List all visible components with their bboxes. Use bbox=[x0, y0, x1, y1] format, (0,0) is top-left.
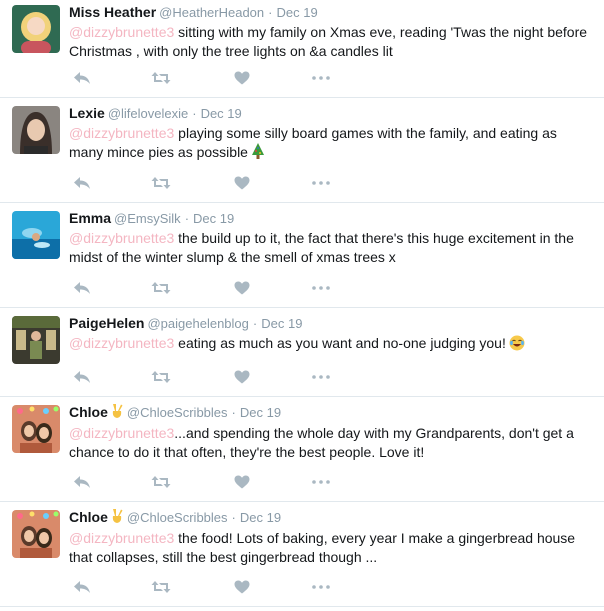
tweet-date[interactable]: Dec 19 bbox=[193, 211, 234, 226]
tweet-actions bbox=[69, 69, 349, 87]
avatar[interactable] bbox=[12, 316, 60, 364]
tweet-date[interactable]: Dec 19 bbox=[276, 5, 317, 20]
mention-link[interactable]: @dizzybrunette3 bbox=[69, 24, 174, 40]
tweet-actions bbox=[69, 174, 349, 192]
victory-hand-icon bbox=[110, 403, 124, 423]
avatar[interactable] bbox=[12, 106, 60, 154]
tweet-text: @dizzybrunette3 playing some silly board… bbox=[69, 124, 594, 165]
tweet[interactable]: Emma @EmsySilk · Dec 19 @dizzybrunette3 the… bbox=[0, 203, 604, 308]
avatar-image bbox=[12, 5, 60, 53]
retweet-icon[interactable] bbox=[151, 473, 171, 491]
avatar-image bbox=[12, 106, 60, 154]
like-icon[interactable] bbox=[234, 174, 250, 192]
avatar-image bbox=[12, 510, 60, 558]
tweet-text: @dizzybrunette3 the build up to it, the … bbox=[69, 229, 594, 267]
tweet-text: @dizzybrunette3...and spending the whole… bbox=[69, 424, 594, 462]
retweet-icon[interactable] bbox=[151, 578, 171, 596]
tweet-date[interactable]: Dec 19 bbox=[240, 405, 281, 420]
separator-dot: · bbox=[192, 106, 197, 121]
retweet-icon[interactable] bbox=[151, 69, 171, 87]
avatar[interactable] bbox=[12, 405, 60, 453]
avatar-image bbox=[12, 405, 60, 453]
tweet[interactable]: Miss Heather @HeatherHeadon · Dec 19 @dizzy… bbox=[0, 0, 604, 98]
like-icon[interactable] bbox=[234, 69, 250, 87]
retweet-icon[interactable] bbox=[151, 368, 171, 386]
avatar-image bbox=[12, 211, 60, 259]
tweet-text: @dizzybrunette3 eating as much as you wa… bbox=[69, 334, 594, 356]
avatar[interactable] bbox=[12, 211, 60, 259]
user-handle[interactable]: @paigehelenblog bbox=[147, 316, 248, 331]
separator-dot: · bbox=[184, 211, 190, 226]
tweet-actions bbox=[69, 368, 349, 386]
tweet-date[interactable]: Dec 19 bbox=[240, 510, 281, 525]
display-name[interactable]: PaigeHelen bbox=[69, 315, 144, 331]
avatar[interactable] bbox=[12, 5, 60, 53]
more-icon[interactable] bbox=[312, 368, 330, 386]
display-name[interactable]: Miss Heather bbox=[69, 4, 156, 20]
tweet-date[interactable]: Dec 19 bbox=[201, 106, 242, 121]
tweet-actions bbox=[69, 279, 349, 297]
reply-icon[interactable] bbox=[73, 69, 91, 87]
tweet[interactable]: Chloe @ChloeScribbles · Dec 19 @dizzybrunet… bbox=[0, 397, 604, 502]
reply-icon[interactable] bbox=[73, 174, 91, 192]
display-name[interactable]: Chloe bbox=[69, 509, 108, 525]
tweet-actions bbox=[69, 578, 349, 596]
like-icon[interactable] bbox=[234, 578, 250, 596]
mention-link[interactable]: @dizzybrunette3 bbox=[69, 425, 174, 441]
more-icon[interactable] bbox=[312, 578, 330, 596]
tweet-text: @dizzybrunette3 the food! Lots of baking… bbox=[69, 529, 594, 567]
mention-link[interactable]: @dizzybrunette3 bbox=[69, 125, 174, 141]
more-icon[interactable] bbox=[312, 69, 330, 87]
separator-dot: · bbox=[231, 405, 236, 420]
mention-link[interactable]: @dizzybrunette3 bbox=[69, 335, 174, 351]
user-handle[interactable]: @HeatherHeadon bbox=[159, 5, 264, 20]
reply-icon[interactable] bbox=[73, 368, 91, 386]
retweet-icon[interactable] bbox=[151, 174, 171, 192]
face-with-tears-of-joy-icon bbox=[509, 335, 525, 356]
retweet-icon[interactable] bbox=[151, 279, 171, 297]
mention-link[interactable]: @dizzybrunette3 bbox=[69, 230, 174, 246]
tweet-body: eating as much as you want and no-one ju… bbox=[174, 335, 506, 351]
avatar-image bbox=[12, 316, 60, 364]
mention-link[interactable]: @dizzybrunette3 bbox=[69, 530, 174, 546]
tweet[interactable]: PaigeHelen @paigehelenblog · Dec 19 @dizzyb… bbox=[0, 308, 604, 397]
user-handle[interactable]: @ChloeScribbles bbox=[127, 405, 228, 420]
tweet-actions bbox=[69, 473, 349, 491]
tweet-feed: Miss Heather @HeatherHeadon · Dec 19 @dizzy… bbox=[0, 0, 604, 607]
christmas-tree-icon bbox=[251, 143, 265, 165]
display-name[interactable]: Chloe bbox=[69, 404, 108, 420]
victory-hand-icon bbox=[110, 508, 124, 528]
separator-dot: · bbox=[231, 510, 236, 525]
more-icon[interactable] bbox=[312, 174, 330, 192]
tweet-date[interactable]: Dec 19 bbox=[261, 316, 302, 331]
separator-dot: · bbox=[268, 5, 273, 20]
tweet[interactable]: Lexie @lifelovelexie · Dec 19 @dizzybrunett… bbox=[0, 98, 604, 203]
reply-icon[interactable] bbox=[73, 578, 91, 596]
tweet-text: @dizzybrunette3 sitting with my family o… bbox=[69, 23, 594, 61]
like-icon[interactable] bbox=[234, 279, 250, 297]
display-name[interactable]: Emma bbox=[69, 210, 111, 226]
display-name[interactable]: Lexie bbox=[69, 105, 105, 121]
separator-dot: · bbox=[252, 316, 258, 331]
user-handle[interactable]: @lifelovelexie bbox=[108, 106, 188, 121]
tweet[interactable]: Chloe @ChloeScribbles · Dec 19 @dizzybrunet… bbox=[0, 502, 604, 607]
avatar[interactable] bbox=[12, 510, 60, 558]
user-handle[interactable]: @EmsySilk bbox=[114, 211, 181, 226]
more-icon[interactable] bbox=[312, 473, 330, 491]
user-handle[interactable]: @ChloeScribbles bbox=[127, 510, 228, 525]
reply-icon[interactable] bbox=[73, 279, 91, 297]
like-icon[interactable] bbox=[234, 368, 250, 386]
reply-icon[interactable] bbox=[73, 473, 91, 491]
more-icon[interactable] bbox=[312, 279, 330, 297]
like-icon[interactable] bbox=[234, 473, 250, 491]
